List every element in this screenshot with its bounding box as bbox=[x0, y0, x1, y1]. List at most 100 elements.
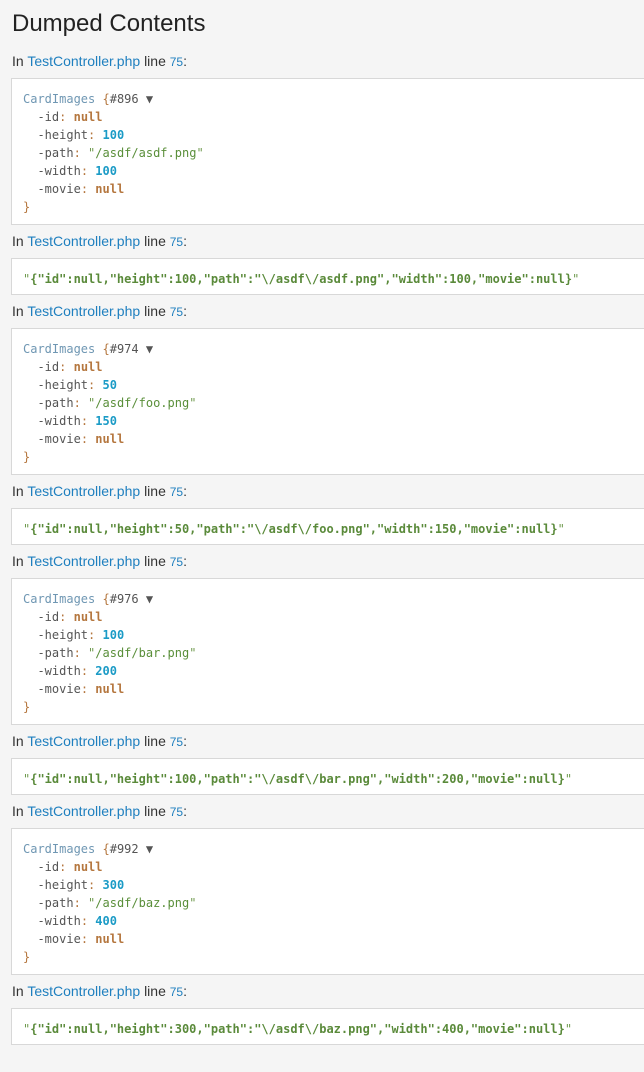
property-colon: : bbox=[88, 878, 96, 892]
dump-location: In TestController.php line 75: bbox=[0, 52, 644, 70]
json-string-value: {"id":null,"height":50,"path":"\/asdf\/f… bbox=[30, 522, 558, 536]
dump-location: In TestController.php line 75: bbox=[0, 232, 644, 250]
property-colon: : bbox=[73, 396, 81, 410]
file-link[interactable]: TestController.php bbox=[27, 553, 140, 569]
line-word: line bbox=[144, 553, 166, 569]
property-name: -path bbox=[37, 396, 74, 410]
property-name: -height bbox=[37, 128, 89, 142]
object-footer: } bbox=[23, 198, 644, 216]
line-number-link[interactable]: 75 bbox=[170, 485, 183, 499]
dump-location: In TestController.php line 75: bbox=[0, 982, 644, 1000]
open-brace: { bbox=[102, 592, 110, 606]
location-prefix: In bbox=[12, 483, 24, 499]
collapse-toggle-icon[interactable]: ▼ bbox=[146, 592, 153, 606]
string-line: "{"id":null,"height":50,"path":"\/asdf\/… bbox=[23, 520, 644, 538]
property-row: -path: "/asdf/bar.png" bbox=[23, 644, 644, 662]
open-brace: { bbox=[102, 842, 110, 856]
property-colon: : bbox=[80, 164, 89, 178]
dump-location: In TestController.php line 75: bbox=[0, 552, 644, 570]
dump-entry: In TestController.php line 75: "{"id":nul… bbox=[0, 482, 644, 545]
property-name: -id bbox=[37, 360, 60, 374]
location-suffix: : bbox=[183, 53, 187, 69]
line-number-link[interactable]: 75 bbox=[170, 985, 183, 999]
file-link[interactable]: TestController.php bbox=[27, 483, 140, 499]
dump-location: In TestController.php line 75: bbox=[0, 732, 644, 750]
line-number-link[interactable]: 75 bbox=[170, 235, 183, 249]
object-dump: CardImages {#974 ▼ -id: null -height: 50… bbox=[11, 328, 644, 475]
collapse-toggle-icon[interactable]: ▼ bbox=[146, 92, 153, 106]
location-prefix: In bbox=[12, 233, 24, 249]
line-number-link[interactable]: 75 bbox=[170, 305, 183, 319]
property-colon: : bbox=[80, 914, 89, 928]
property-colon: : bbox=[73, 146, 81, 160]
location-prefix: In bbox=[12, 553, 24, 569]
property-name: -height bbox=[37, 878, 89, 892]
quote: " bbox=[189, 646, 197, 660]
line-number-link[interactable]: 75 bbox=[170, 55, 183, 69]
property-colon: : bbox=[88, 128, 96, 142]
object-footer: } bbox=[23, 448, 644, 466]
line-word: line bbox=[144, 803, 166, 819]
dump-location: In TestController.php line 75: bbox=[0, 302, 644, 320]
file-link[interactable]: TestController.php bbox=[27, 983, 140, 999]
close-brace: } bbox=[23, 700, 31, 714]
property-colon: : bbox=[73, 646, 81, 660]
property-colon: : bbox=[59, 610, 67, 624]
property-value: 400 bbox=[95, 914, 117, 928]
json-string-value: {"id":null,"height":100,"path":"\/asdf\/… bbox=[30, 272, 573, 286]
line-number-link[interactable]: 75 bbox=[170, 555, 183, 569]
property-value: null bbox=[73, 110, 103, 124]
object-dump: CardImages {#976 ▼ -id: null -height: 10… bbox=[11, 578, 644, 725]
property-row: -path: "/asdf/baz.png" bbox=[23, 894, 644, 912]
line-number-link[interactable]: 75 bbox=[170, 735, 183, 749]
object-header: CardImages {#896 ▼ bbox=[23, 90, 644, 108]
property-row: -movie: null bbox=[23, 930, 644, 948]
property-row: -id: null bbox=[23, 858, 644, 876]
file-link[interactable]: TestController.php bbox=[27, 53, 140, 69]
property-value: /asdf/foo.png bbox=[95, 396, 190, 410]
class-name: CardImages bbox=[23, 842, 96, 856]
string-dump: "{"id":null,"height":300,"path":"\/asdf\… bbox=[11, 1008, 644, 1045]
property-name: -path bbox=[37, 646, 74, 660]
location-prefix: In bbox=[12, 53, 24, 69]
property-name: -height bbox=[37, 628, 89, 642]
property-colon: : bbox=[80, 414, 89, 428]
property-name: -movie bbox=[37, 432, 81, 446]
property-name: -width bbox=[37, 664, 81, 678]
property-value: /asdf/asdf.png bbox=[95, 146, 197, 160]
property-row: -path: "/asdf/foo.png" bbox=[23, 394, 644, 412]
location-suffix: : bbox=[183, 483, 187, 499]
property-name: -id bbox=[37, 110, 60, 124]
property-name: -movie bbox=[37, 682, 81, 696]
file-link[interactable]: TestController.php bbox=[27, 303, 140, 319]
quote: " bbox=[196, 146, 204, 160]
line-word: line bbox=[144, 983, 166, 999]
property-name: -width bbox=[37, 164, 81, 178]
object-hash: #896 bbox=[109, 92, 139, 106]
line-number-link[interactable]: 75 bbox=[170, 805, 183, 819]
quote: " bbox=[557, 522, 565, 536]
property-row: -id: null bbox=[23, 358, 644, 376]
property-name: -movie bbox=[37, 932, 81, 946]
property-colon: : bbox=[73, 896, 81, 910]
collapse-toggle-icon[interactable]: ▼ bbox=[146, 342, 153, 356]
close-brace: } bbox=[23, 200, 31, 214]
file-link[interactable]: TestController.php bbox=[27, 803, 140, 819]
property-value: /asdf/bar.png bbox=[95, 646, 190, 660]
file-link[interactable]: TestController.php bbox=[27, 733, 140, 749]
line-word: line bbox=[144, 303, 166, 319]
file-link[interactable]: TestController.php bbox=[27, 233, 140, 249]
location-suffix: : bbox=[183, 803, 187, 819]
property-value: 100 bbox=[102, 128, 125, 142]
dump-entry: In TestController.php line 75: CardImages… bbox=[0, 552, 644, 725]
quote: " bbox=[189, 396, 197, 410]
json-string-value: {"id":null,"height":300,"path":"\/asdf\/… bbox=[30, 1022, 565, 1036]
collapse-toggle-icon[interactable]: ▼ bbox=[146, 842, 153, 856]
quote: " bbox=[572, 272, 580, 286]
object-header: CardImages {#992 ▼ bbox=[23, 840, 644, 858]
string-dump: "{"id":null,"height":50,"path":"\/asdf\/… bbox=[11, 508, 644, 545]
property-name: -path bbox=[37, 896, 74, 910]
property-value: null bbox=[95, 182, 125, 196]
property-row: -id: null bbox=[23, 608, 644, 626]
location-suffix: : bbox=[183, 233, 187, 249]
